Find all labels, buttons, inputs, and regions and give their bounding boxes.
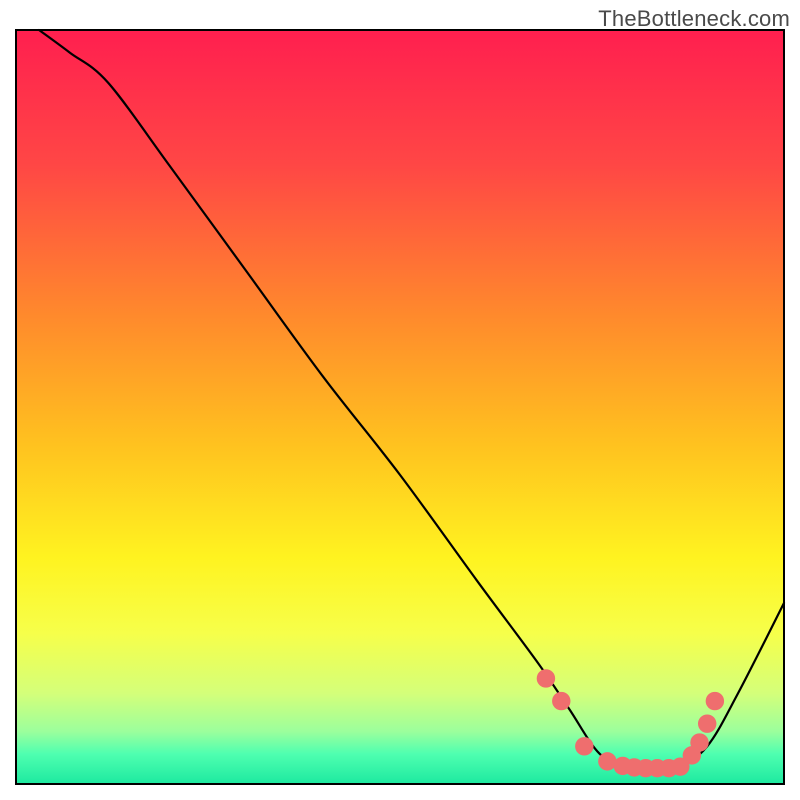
bottleneck-chart (0, 0, 800, 800)
curve-marker (575, 737, 593, 755)
curve-marker (698, 714, 716, 732)
plot-background (16, 30, 784, 784)
curve-marker (690, 733, 708, 751)
curve-marker (537, 669, 555, 687)
curve-marker (706, 692, 724, 710)
chart-container: TheBottleneck.com (0, 0, 800, 800)
attribution-label: TheBottleneck.com (598, 6, 790, 32)
curve-marker (552, 692, 570, 710)
